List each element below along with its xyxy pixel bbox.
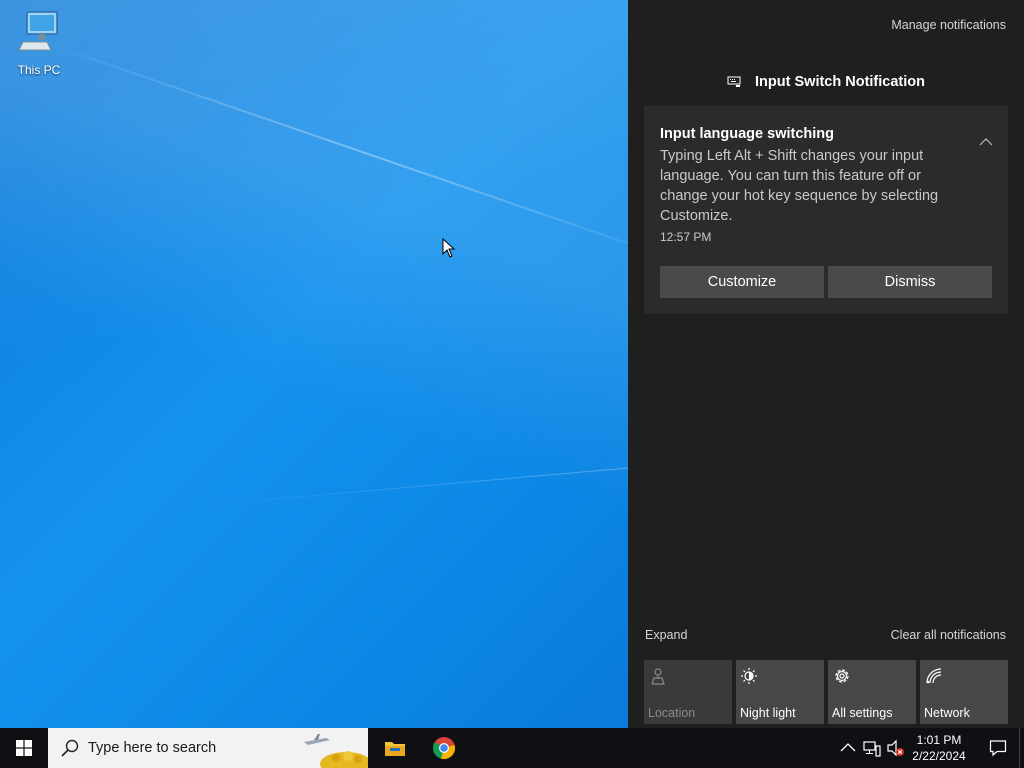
search-icon	[61, 739, 79, 757]
notification-icon	[989, 740, 1007, 757]
network-icon	[926, 668, 942, 684]
expand-quick-actions-link[interactable]: Expand	[645, 628, 687, 642]
toast-body: Typing Left Alt + Shift changes your inp…	[660, 148, 939, 224]
quick-action-label: Night light	[740, 706, 796, 720]
taskbar: Type here to search 1:01 PM 2/22/2024	[0, 728, 1024, 768]
action-center-button[interactable]	[978, 728, 1018, 768]
mouse-pointer-icon	[442, 238, 456, 258]
volume-muted-icon[interactable]	[886, 738, 906, 758]
gear-icon	[835, 669, 849, 683]
clock-time: 1:01 PM	[916, 733, 962, 747]
clear-all-notifications-link[interactable]: Clear all notifications	[891, 628, 1006, 642]
chevron-up-icon[interactable]	[838, 738, 858, 758]
dismiss-button[interactable]: Dismiss	[828, 266, 992, 298]
file-explorer-icon	[385, 742, 405, 756]
quick-action-label: All settings	[832, 706, 893, 720]
customize-button[interactable]: Customize	[660, 266, 824, 298]
notification-group-header[interactable]: Input Switch Notification	[628, 74, 1024, 92]
clock-date: 2/22/2024	[912, 749, 966, 763]
chrome-icon	[433, 737, 456, 760]
quick-action-network[interactable]: Network	[920, 660, 1008, 724]
location-icon	[651, 668, 665, 685]
taskbar-clock[interactable]: 1:01 PM 2/22/2024	[904, 732, 974, 764]
notification-group-title: Input Switch Notification	[755, 74, 925, 90]
quick-action-night-light[interactable]: Night light	[736, 660, 824, 724]
night-light-icon	[741, 668, 757, 684]
quick-action-location[interactable]: Location	[644, 660, 732, 724]
show-desktop-button[interactable]	[1019, 728, 1024, 768]
toast-timestamp: 12:57 PM	[660, 230, 712, 244]
desktop-icon-label: This PC	[17, 63, 61, 77]
chevron-up-icon[interactable]	[978, 134, 994, 150]
this-pc-icon	[18, 11, 58, 51]
keyboard-icon	[727, 76, 741, 92]
windows-logo-icon	[16, 740, 32, 756]
toast-title: Input language switching	[660, 126, 834, 142]
quick-action-label: Location	[648, 706, 696, 720]
manage-notifications-link[interactable]: Manage notifications	[891, 18, 1006, 32]
taskbar-file-explorer[interactable]	[371, 728, 419, 768]
taskbar-chrome[interactable]	[420, 728, 468, 768]
search-placeholder: Type here to search	[88, 740, 217, 756]
start-button[interactable]	[0, 728, 48, 768]
quick-action-label: Network	[924, 706, 970, 720]
wallpaper-light-beam	[39, 40, 703, 270]
notification-toast[interactable]: Input language switching Typing Left Alt…	[644, 106, 1008, 314]
search-highlight-illustration	[304, 734, 368, 768]
quick-action-all-settings[interactable]: All settings	[828, 660, 916, 724]
action-center-panel: Manage notifications Input Switch Notifi…	[628, 0, 1024, 728]
taskbar-search-box[interactable]: Type here to search	[48, 728, 368, 768]
desktop-icon-this-pc[interactable]: This PC	[12, 10, 66, 77]
wallpaper-light-beam	[199, 466, 639, 506]
network-ethernet-icon[interactable]	[862, 738, 882, 758]
